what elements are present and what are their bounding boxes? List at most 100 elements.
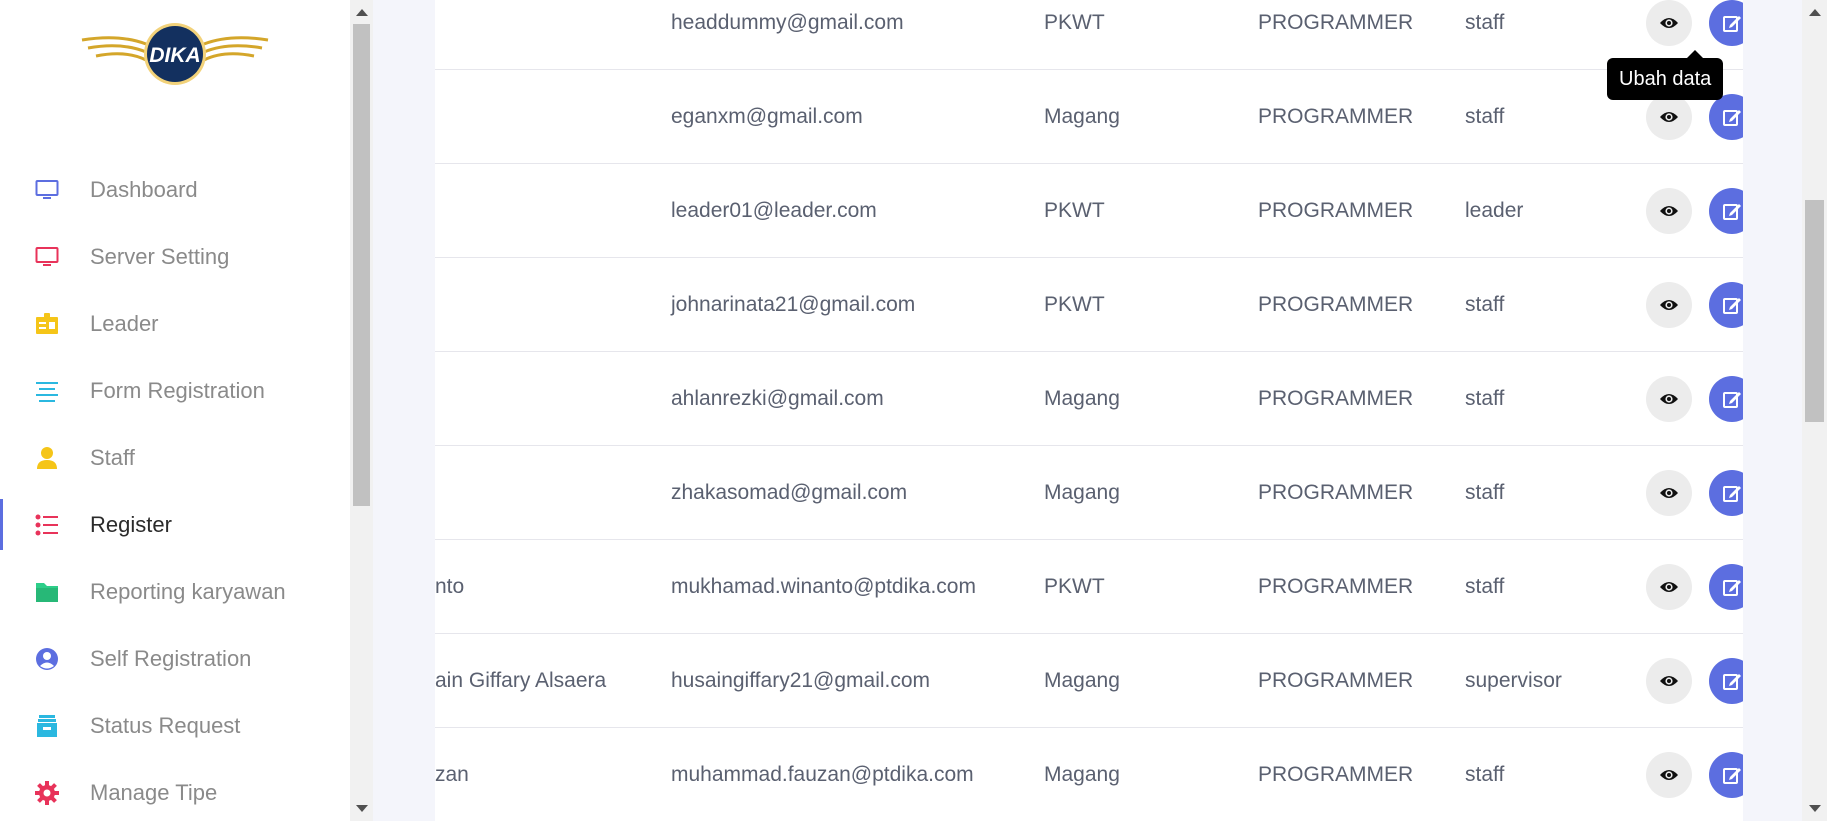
view-button[interactable] bbox=[1646, 658, 1692, 704]
sidebar-item-label: Server Setting bbox=[90, 243, 230, 269]
position-cell: PROGRAMMER bbox=[1258, 105, 1414, 128]
email-cell: mukhamad.winanto@ptdika.com bbox=[671, 575, 976, 598]
table-row: headdummy@gmail.com PKWT PROGRAMMER staff bbox=[435, 0, 1743, 70]
sidebar-scrollbar-thumb[interactable] bbox=[353, 24, 370, 506]
gear-icon bbox=[34, 780, 60, 806]
sidebar-item-form-registration[interactable]: Form Registration bbox=[0, 357, 350, 424]
edit-icon bbox=[1723, 298, 1741, 314]
eye-icon bbox=[1660, 112, 1678, 122]
edit-icon bbox=[1723, 204, 1741, 220]
table-row: eganxm@gmail.com Magang PROGRAMMER staff bbox=[435, 70, 1743, 164]
sidebar-item-label: Reporting karyawan bbox=[90, 578, 286, 604]
role-cell: staff bbox=[1465, 11, 1505, 34]
view-button[interactable] bbox=[1646, 94, 1692, 140]
page-scrollbar-thumb[interactable] bbox=[1805, 200, 1824, 422]
edit-button[interactable] bbox=[1709, 0, 1743, 46]
scroll-down-arrow-icon[interactable] bbox=[1809, 805, 1821, 812]
sidebar-item-leader[interactable]: Leader bbox=[0, 290, 350, 357]
status-cell: PKWT bbox=[1044, 575, 1105, 598]
table-row: ain Giffary Alsaera husaingiffary21@gmail… bbox=[435, 634, 1743, 728]
table-row: leader01@leader.com PKWT PROGRAMMER leader bbox=[435, 164, 1743, 258]
position-cell: PROGRAMMER bbox=[1258, 669, 1414, 692]
view-button[interactable] bbox=[1646, 752, 1692, 798]
eye-icon bbox=[1660, 676, 1678, 686]
eye-icon bbox=[1660, 206, 1678, 216]
email-cell: eganxm@gmail.com bbox=[671, 105, 863, 128]
user-circle-icon bbox=[34, 646, 60, 672]
sidebar-item-server-setting[interactable]: Server Setting bbox=[0, 223, 350, 290]
role-cell: staff bbox=[1465, 105, 1505, 128]
role-cell: leader bbox=[1465, 199, 1524, 222]
folder-icon bbox=[34, 579, 60, 605]
status-cell: Magang bbox=[1044, 481, 1120, 504]
name-cell: zan bbox=[435, 763, 469, 786]
status-cell: PKWT bbox=[1044, 11, 1105, 34]
sidebar-item-label: Register bbox=[90, 511, 172, 537]
edit-button[interactable] bbox=[1709, 376, 1743, 422]
edit-icon bbox=[1723, 16, 1741, 32]
view-button[interactable] bbox=[1646, 0, 1692, 46]
scroll-down-arrow-icon[interactable] bbox=[356, 805, 368, 812]
sidebar-item-label: Form Registration bbox=[90, 377, 265, 403]
position-cell: PROGRAMMER bbox=[1258, 293, 1414, 316]
sidebar-item-status-request[interactable]: Status Request bbox=[0, 692, 350, 759]
edit-icon bbox=[1723, 392, 1741, 408]
status-cell: PKWT bbox=[1044, 199, 1105, 222]
svg-text:DIKA: DIKA bbox=[149, 44, 200, 67]
sidebar-item-label: Dashboard bbox=[90, 176, 198, 202]
archive-icon bbox=[34, 713, 60, 739]
position-cell: PROGRAMMER bbox=[1258, 575, 1414, 598]
edit-button[interactable] bbox=[1709, 752, 1743, 798]
scroll-up-arrow-icon[interactable] bbox=[356, 9, 368, 16]
sidebar-item-label: Self Registration bbox=[90, 645, 252, 671]
table-row: nto mukhamad.winanto@ptdika.com PKWT PROGRA… bbox=[435, 540, 1743, 634]
eye-icon bbox=[1660, 394, 1678, 404]
view-button[interactable] bbox=[1646, 282, 1692, 328]
email-cell: muhammad.fauzan@ptdika.com bbox=[671, 763, 974, 786]
users-table: headdummy@gmail.com PKWT PROGRAMMER staff eg… bbox=[435, 0, 1743, 821]
sidebar-item-reporting-karyawan[interactable]: Reporting karyawan bbox=[0, 558, 350, 625]
sidebar-item-register[interactable]: Register bbox=[0, 491, 350, 558]
sidebar-item-dashboard[interactable]: Dashboard bbox=[0, 156, 350, 223]
role-cell: staff bbox=[1465, 387, 1505, 410]
table-row: johnarinata21@gmail.com PKWT PROGRAMMER sta… bbox=[435, 258, 1743, 352]
sidebar-item-self-registration[interactable]: Self Registration bbox=[0, 625, 350, 692]
view-button[interactable] bbox=[1646, 470, 1692, 516]
edit-icon bbox=[1723, 768, 1741, 784]
edit-button[interactable] bbox=[1709, 94, 1743, 140]
sidebar-item-label: Manage Tipe bbox=[90, 779, 218, 805]
edit-button[interactable] bbox=[1709, 564, 1743, 610]
email-cell: leader01@leader.com bbox=[671, 199, 877, 222]
name-cell: ain Giffary Alsaera bbox=[435, 669, 607, 692]
page-scrollbar[interactable] bbox=[1802, 0, 1827, 821]
edit-icon bbox=[1723, 580, 1741, 596]
role-cell: staff bbox=[1465, 481, 1505, 504]
dika-logo[interactable]: DIKA bbox=[80, 20, 270, 90]
position-cell: PROGRAMMER bbox=[1258, 11, 1414, 34]
role-cell: supervisor bbox=[1465, 669, 1562, 692]
view-button[interactable] bbox=[1646, 376, 1692, 422]
list-icon bbox=[34, 512, 60, 538]
status-cell: Magang bbox=[1044, 105, 1120, 128]
sidebar-item-label: Leader bbox=[90, 310, 159, 336]
table-row: zhakasomad@gmail.com Magang PROGRAMMER staf… bbox=[435, 446, 1743, 540]
sidebar-item-manage-tipe[interactable]: Manage Tipe bbox=[0, 759, 350, 821]
edit-button[interactable] bbox=[1709, 470, 1743, 516]
edit-icon bbox=[1723, 110, 1741, 126]
view-button[interactable] bbox=[1646, 188, 1692, 234]
name-cell: nto bbox=[435, 575, 465, 598]
status-cell: Magang bbox=[1044, 669, 1120, 692]
edit-button[interactable] bbox=[1709, 188, 1743, 234]
edit-button[interactable] bbox=[1709, 282, 1743, 328]
scroll-up-arrow-icon[interactable] bbox=[1809, 9, 1821, 16]
sidebar-item-staff[interactable]: Staff bbox=[0, 424, 350, 491]
sidebar: DIKA Dashboard Server Setting Leader For… bbox=[0, 0, 350, 821]
view-button[interactable] bbox=[1646, 564, 1692, 610]
status-cell: Magang bbox=[1044, 387, 1120, 410]
sidebar-scrollbar[interactable] bbox=[350, 0, 373, 821]
edit-button[interactable] bbox=[1709, 658, 1743, 704]
sidebar-item-label: Status Request bbox=[90, 712, 241, 738]
edit-icon bbox=[1723, 674, 1741, 690]
align-left-icon bbox=[34, 378, 60, 404]
edit-tooltip: Ubah data bbox=[1607, 50, 1724, 100]
